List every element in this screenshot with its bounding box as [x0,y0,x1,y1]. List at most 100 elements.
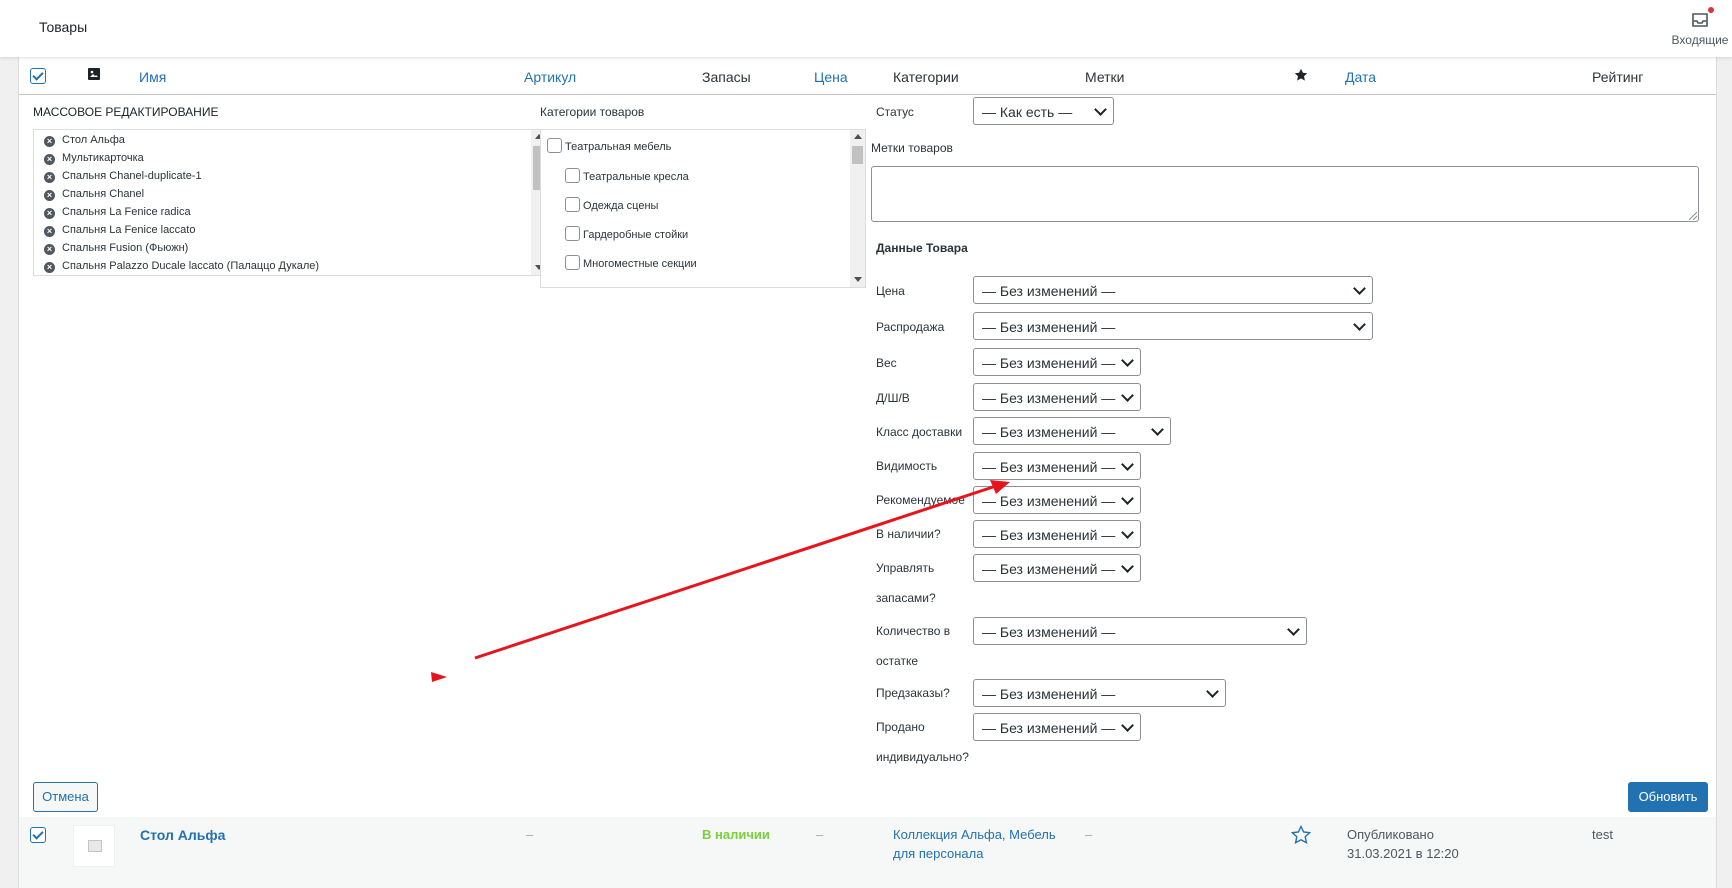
field-label-stock-qty: Количество в [876,624,951,638]
column-categories: Категории [893,69,959,85]
weight-select[interactable]: — Без изменений — [973,348,1141,376]
shipping-class-select[interactable]: — Без изменений — [973,417,1171,445]
column-sku[interactable]: Артикул [524,69,576,85]
field-label-weight: Вес [876,356,897,370]
sold-individually-select[interactable]: — Без изменений — [973,713,1141,741]
cancel-button[interactable]: Отмена [33,782,98,812]
column-date[interactable]: Дата [1345,69,1376,85]
chevron-down-icon [1121,492,1134,505]
product-sku: – [526,827,534,842]
dimensions-select[interactable]: — Без изменений — [973,383,1141,411]
categories-checklist[interactable]: Театральная мебель Театральные кресла Од… [540,129,866,288]
column-rating: Рейтинг [1592,69,1644,85]
category-checkbox[interactable] [565,197,580,212]
category-checkbox[interactable] [565,168,580,183]
remove-icon[interactable]: × [44,262,55,273]
list-item: × Спальня La Fenice radica [44,206,191,219]
field-label-manage-stock-2: запасами? [876,591,936,605]
chevron-down-icon [1121,458,1134,471]
page-title: Товары [39,19,88,35]
field-label-backorders: Предзаказы? [876,686,950,700]
category-item[interactable]: Театральная мебель [547,138,671,153]
field-label-in-stock: В наличии? [876,527,941,541]
featured-star-icon[interactable] [1290,824,1312,848]
category-item[interactable]: Театральные кресла [565,168,689,183]
top-bar: Товары Входящие [0,0,1732,57]
product-stock-status: В наличии [702,827,770,842]
column-price[interactable]: Цена [814,69,848,85]
bulk-edit-title: МАССОВОЕ РЕДАКТИРОВАНИЕ [33,105,219,119]
stock-status-select[interactable]: — Без изменений — [973,520,1141,548]
product-name-link[interactable]: Стол Альфа [140,827,225,843]
scroll-thumb[interactable] [852,146,863,164]
sale-price-select[interactable]: — Без изменений — [973,312,1373,340]
field-label-price: Цена [876,284,905,298]
remove-icon[interactable]: × [44,244,55,255]
chevron-down-icon [1121,389,1134,402]
category-checkbox[interactable] [547,138,562,153]
remove-icon[interactable]: × [44,190,55,201]
resize-handle-icon[interactable] [1689,212,1697,220]
category-item[interactable]: Одежда сцены [565,197,658,212]
field-label-featured: Рекомендуемое [876,493,965,507]
product-date-status: Опубликовано [1347,827,1434,842]
scroll-up-icon[interactable] [854,134,862,139]
chevron-down-icon [1353,318,1366,331]
list-item: × Спальня Chanel-duplicate-1 [44,170,202,183]
product-thumbnail[interactable] [73,825,115,867]
update-button[interactable]: Обновить [1628,782,1708,812]
category-checkbox[interactable] [565,255,580,270]
manage-stock-select[interactable]: — Без изменений — [973,554,1141,582]
list-item: × Спальня Palazzo Ducale laccato (Палаццо… [44,260,319,273]
product-price: – [816,827,824,842]
chevron-down-icon [1353,282,1366,295]
chevron-down-icon [1121,719,1134,732]
notification-dot [1708,7,1714,13]
products-table: Имя Артикул Запасы Цена Категории Метки … [18,57,1717,888]
remove-icon[interactable]: × [44,136,55,147]
inbox-button[interactable]: Входящие [1668,6,1732,47]
inbox-icon [1690,7,1714,30]
category-item[interactable]: Гардеробные стойки [565,226,688,241]
list-item: × Стол Альфа [44,134,125,147]
product-rating: test [1592,827,1613,842]
field-label-dimensions: Д/Ш/В [876,391,910,405]
row-checkbox[interactable] [30,827,46,843]
column-name[interactable]: Имя [139,69,166,85]
chevron-down-icon [1151,423,1164,436]
visibility-select[interactable]: — Без изменений — [973,452,1141,480]
product-data-title: Данные Товара [876,241,968,255]
list-item: × Спальня Chanel [44,188,144,201]
field-label-stock-qty-2: остатке [876,654,918,668]
categories-title: Категории товаров [540,105,645,119]
remove-icon[interactable]: × [44,172,55,183]
remove-icon[interactable]: × [44,154,55,165]
star-icon [1294,68,1308,85]
field-label-sold-individually-2: индивидуально? [876,750,969,764]
product-categories-link[interactable]: Коллекция Альфа, Мебель [893,827,1056,842]
remove-icon[interactable]: × [44,226,55,237]
list-item: × Спальня La Fenice laccato [44,224,195,237]
product-categories-link-2[interactable]: для персонала [893,846,983,861]
scroll-down-icon[interactable] [854,277,862,282]
product-tags: – [1085,827,1093,842]
category-item[interactable]: Многоместные секции [565,255,697,270]
backorders-select[interactable]: — Без изменений — [973,679,1226,707]
table-header: Имя Артикул Запасы Цена Категории Метки … [19,57,1716,95]
price-select[interactable]: — Без изменений — [973,276,1373,304]
product-date-value: 31.03.2021 в 12:20 [1347,846,1459,861]
stock-quantity-select[interactable]: — Без изменений — [973,617,1307,645]
select-all-checkbox[interactable] [30,68,46,84]
tags-label: Метки товаров [871,141,953,155]
featured-select[interactable]: — Без изменений — [973,486,1141,514]
field-label-sold-individually: Продано [876,720,925,734]
category-checkbox[interactable] [565,226,580,241]
selected-items-list[interactable]: × Стол Альфа × Мультикарточка × Спальня Cha… [33,129,547,276]
tags-textarea[interactable] [871,166,1699,222]
field-label-sale: Распродажа [876,320,945,334]
remove-icon[interactable]: × [44,208,55,219]
categories-scrollbar[interactable] [850,130,865,287]
status-select[interactable]: — Как есть — [973,97,1114,125]
column-stock: Запасы [702,69,751,85]
chevron-down-icon [1287,623,1300,636]
